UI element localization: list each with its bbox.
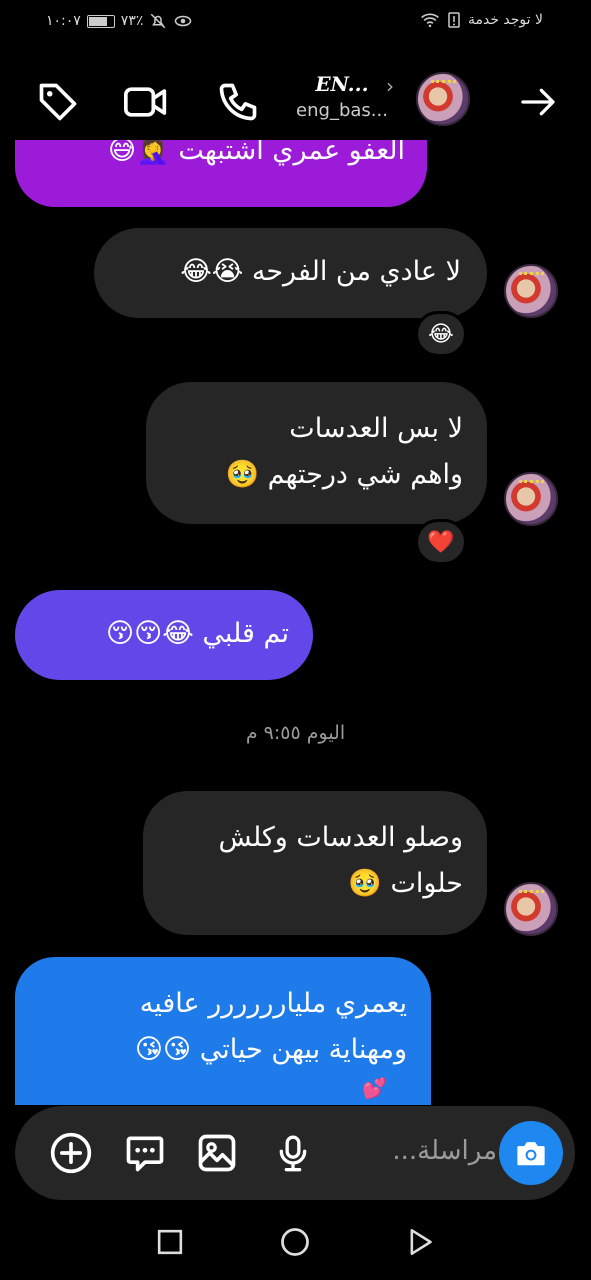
- message-line: ومهناية بيهن حياتي 😘😘: [134, 1034, 407, 1065]
- message-bubble[interactable]: لا بس العدسات واهم شي درجتهم 🥹: [146, 382, 487, 524]
- status-left: ١٠:٠٧ ٧٣٪: [46, 12, 193, 30]
- display-name: EN...: [315, 72, 369, 96]
- battery-icon: [86, 14, 115, 28]
- message-text: لا عادي من الفرحه 😭😂: [180, 256, 461, 287]
- message-input[interactable]: مراسلة...: [373, 1136, 497, 1166]
- microphone-icon[interactable]: [269, 1129, 317, 1177]
- phone-icon[interactable]: [214, 78, 262, 126]
- message-composer: مراسلة...: [15, 1106, 575, 1200]
- message-bubble[interactable]: لا عادي من الفرحه 😭😂: [94, 228, 487, 318]
- system-nav-bar: [0, 1200, 591, 1280]
- header-avatar[interactable]: [416, 72, 470, 126]
- gallery-icon[interactable]: [193, 1129, 241, 1177]
- camera-button[interactable]: [499, 1121, 563, 1185]
- sender-avatar: [504, 882, 558, 936]
- message-bubble[interactable]: يعمري مليارررررر عافيه ومهناية بيهن حيات…: [15, 957, 431, 1105]
- add-icon[interactable]: [47, 1129, 95, 1177]
- message-text: العفو عمري اشتبهت 🤦‍♀️😅: [108, 140, 405, 166]
- timestamp-divider: اليوم ٩:٥٥ م: [245, 722, 346, 744]
- chevron-right-icon: ›: [386, 74, 394, 98]
- status-bar: ١٠:٠٧ ٧٣٪ لا توجد خدمة: [0, 0, 591, 44]
- eye-icon: [175, 15, 192, 27]
- message-bubble[interactable]: وصلو العدسات وكلش حلوات 🥹: [143, 791, 487, 935]
- message-line: يعمري مليارررررر عافيه: [139, 988, 407, 1019]
- home-icon[interactable]: [277, 1224, 313, 1260]
- message-list[interactable]: العفو عمري اشتبهت 🤦‍♀️😅 لا عادي من الفرح…: [0, 140, 591, 1105]
- reaction-badge[interactable]: ❤️: [415, 519, 467, 565]
- mute-icon: [151, 13, 166, 29]
- message-text: تم قلبي 😂😚😚: [106, 618, 289, 649]
- video-call-icon[interactable]: [122, 78, 170, 126]
- recents-icon[interactable]: [152, 1224, 188, 1260]
- sender-avatar: [504, 264, 558, 318]
- message-line: حلوات 🥹: [348, 868, 463, 899]
- chat-header: EN... › eng_bas...: [0, 60, 591, 140]
- sim-alert-icon: [448, 12, 460, 28]
- battery-percent: ٧٣٪: [120, 13, 144, 29]
- forward-arrow-icon[interactable]: [514, 78, 562, 126]
- username: eng_bas...: [296, 100, 388, 121]
- reaction-badge[interactable]: 😂: [415, 311, 467, 357]
- clock: ١٠:٠٧: [46, 13, 81, 29]
- camera-icon: [517, 1142, 545, 1166]
- status-right: لا توجد خدمة: [420, 12, 543, 28]
- message-bubble[interactable]: العفو عمري اشتبهت 🤦‍♀️😅: [15, 140, 427, 207]
- wifi-icon: [421, 13, 439, 28]
- sticker-icon[interactable]: [121, 1129, 169, 1177]
- message-line: لا بس العدسات: [289, 413, 463, 444]
- sender-avatar: [504, 472, 558, 526]
- message-bubble[interactable]: تم قلبي 😂😚😚: [15, 590, 313, 680]
- tag-icon[interactable]: [34, 78, 82, 126]
- message-line: واهم شي درجتهم 🥹: [225, 459, 463, 490]
- contact-name-block[interactable]: EN... › eng_bas...: [282, 72, 402, 121]
- back-icon[interactable]: [402, 1224, 438, 1260]
- message-line: 💕: [362, 1076, 387, 1100]
- carrier-text: لا توجد خدمة: [467, 12, 543, 28]
- message-line: وصلو العدسات وكلش: [218, 822, 463, 853]
